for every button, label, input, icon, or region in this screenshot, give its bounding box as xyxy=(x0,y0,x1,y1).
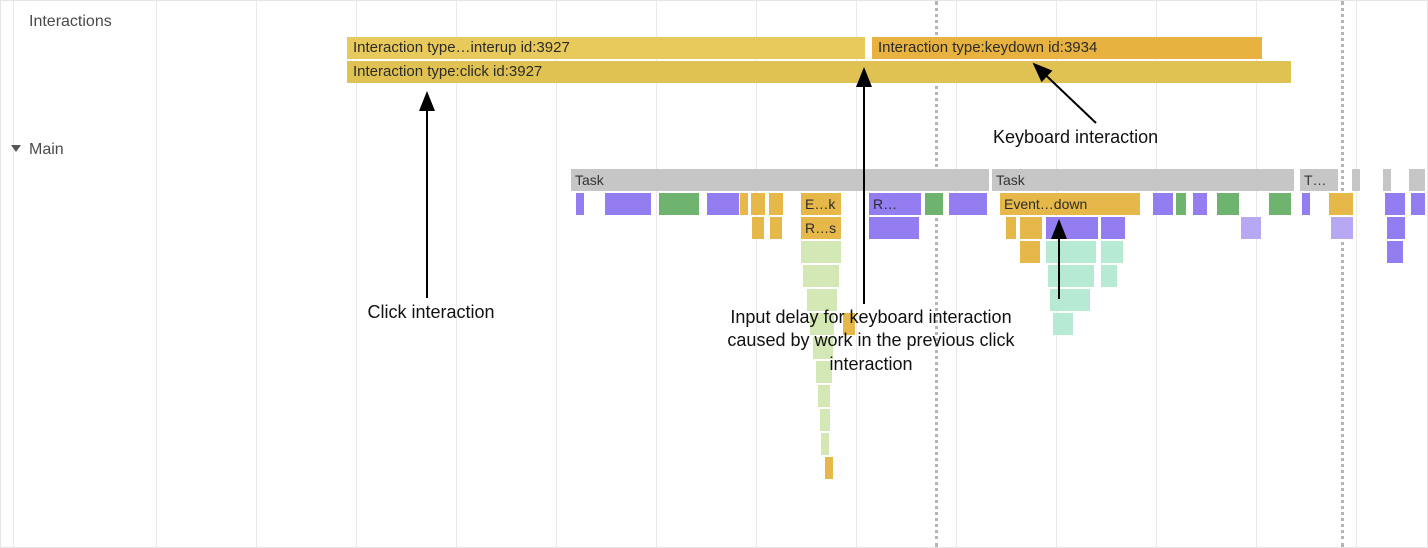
flame-block[interactable] xyxy=(659,193,699,215)
task-block[interactable] xyxy=(1409,169,1425,191)
flame-block[interactable] xyxy=(1020,241,1040,263)
flame-block[interactable] xyxy=(1385,193,1405,215)
flame-block[interactable] xyxy=(825,457,833,479)
flame-block-event[interactable]: E…k xyxy=(801,193,841,215)
flame-block-eventdown[interactable]: Event…down xyxy=(1000,193,1140,215)
performance-flamechart[interactable]: Interactions Main Interaction type…inter… xyxy=(0,0,1428,548)
task-block[interactable] xyxy=(1383,169,1391,191)
chevron-down-icon[interactable] xyxy=(11,145,21,152)
flame-block[interactable] xyxy=(751,193,765,215)
flame-block[interactable] xyxy=(1411,193,1425,215)
interaction-bar-keydown[interactable]: Interaction type:keydown id:3934 xyxy=(872,37,1262,59)
flame-block-rs[interactable]: R…s xyxy=(801,217,841,239)
annotation-click: Click interaction xyxy=(341,301,521,324)
gridline xyxy=(1356,1,1357,547)
flame-block[interactable] xyxy=(740,193,748,215)
track-label-interactions[interactable]: Interactions xyxy=(1,9,122,35)
track-label-main[interactable]: Main xyxy=(1,137,74,163)
track-label-main-text: Main xyxy=(29,141,64,158)
flame-block[interactable] xyxy=(1176,193,1186,215)
flame-block[interactable] xyxy=(869,217,919,239)
annotation-keyboard: Keyboard interaction xyxy=(993,126,1203,149)
interaction-bar-click[interactable]: Interaction type:click id:3927 xyxy=(347,61,1291,83)
gridline xyxy=(156,1,157,547)
flame-block[interactable] xyxy=(925,193,943,215)
flame-block[interactable] xyxy=(1101,217,1125,239)
flame-block[interactable] xyxy=(1217,193,1239,215)
flame-block[interactable] xyxy=(1269,193,1291,215)
annotation-input-delay: Input delay for keyboard interaction cau… xyxy=(721,306,1021,376)
flame-block[interactable] xyxy=(1048,265,1094,287)
flame-block[interactable] xyxy=(818,385,830,407)
flame-block[interactable] xyxy=(1046,241,1096,263)
flame-block[interactable] xyxy=(1053,313,1073,335)
flame-block[interactable] xyxy=(801,241,841,263)
flame-block[interactable] xyxy=(820,409,830,431)
flame-block[interactable] xyxy=(769,193,783,215)
flame-block[interactable] xyxy=(1101,265,1117,287)
flame-block[interactable] xyxy=(821,433,829,455)
flame-block[interactable] xyxy=(1387,217,1405,239)
task-block[interactable]: Task xyxy=(571,169,989,191)
task-block[interactable] xyxy=(1352,169,1360,191)
flame-block[interactable] xyxy=(1006,217,1016,239)
interaction-bar-pointerup[interactable]: Interaction type…interup id:3927 xyxy=(347,37,865,59)
flame-block[interactable] xyxy=(1153,193,1173,215)
flame-block[interactable] xyxy=(949,193,987,215)
flame-block[interactable] xyxy=(803,265,839,287)
flame-block[interactable] xyxy=(1050,289,1090,311)
flame-block[interactable] xyxy=(707,193,739,215)
task-block[interactable]: T… xyxy=(1300,169,1338,191)
flame-block[interactable] xyxy=(752,217,764,239)
flame-block-render[interactable]: R… xyxy=(869,193,921,215)
gridline xyxy=(13,1,14,547)
flame-block[interactable] xyxy=(1302,193,1310,215)
flame-block[interactable] xyxy=(576,193,584,215)
task-block[interactable]: Task xyxy=(992,169,1294,191)
timeline-marker xyxy=(1341,1,1344,547)
flame-block[interactable] xyxy=(770,217,782,239)
flame-block[interactable] xyxy=(605,193,651,215)
flame-block[interactable] xyxy=(1020,217,1042,239)
flame-block[interactable] xyxy=(1193,193,1207,215)
flame-block[interactable] xyxy=(1046,217,1098,239)
flame-block[interactable] xyxy=(1101,241,1123,263)
flame-block[interactable] xyxy=(1331,217,1353,239)
gridline xyxy=(256,1,257,547)
flame-block[interactable] xyxy=(1241,217,1261,239)
flame-block[interactable] xyxy=(1387,241,1403,263)
flame-block[interactable] xyxy=(1329,193,1353,215)
annotation-arrows xyxy=(1,1,1428,548)
